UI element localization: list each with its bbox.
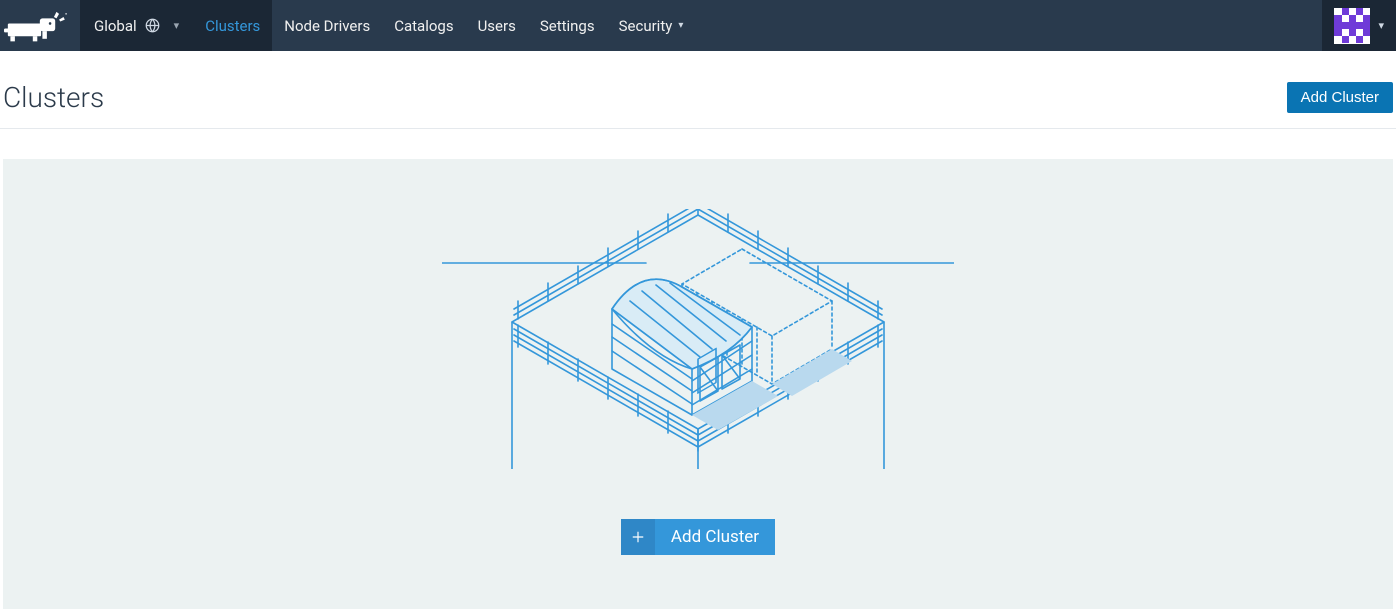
brand-logo[interactable] xyxy=(2,0,80,51)
add-cluster-label: Add Cluster xyxy=(655,519,775,555)
chevron-down-icon: ▾ xyxy=(174,19,180,32)
nav-label: Settings xyxy=(540,17,595,35)
plus-icon xyxy=(621,519,655,555)
nav-label: Node Drivers xyxy=(284,17,370,35)
add-cluster-button[interactable]: Add Cluster xyxy=(1287,82,1393,113)
nav-clusters[interactable]: Clusters xyxy=(193,0,272,51)
user-menu[interactable]: ▾ xyxy=(1322,0,1396,51)
nav-settings[interactable]: Settings xyxy=(528,0,607,51)
empty-actions: Add Cluster xyxy=(621,519,775,555)
add-cluster-button-large[interactable]: Add Cluster xyxy=(621,519,775,555)
scope-label: Global xyxy=(94,17,137,35)
top-nav: Global ▾ Clusters Node Drivers Catalogs … xyxy=(0,0,1396,51)
avatar xyxy=(1334,8,1370,44)
rancher-cow-icon xyxy=(4,8,68,44)
nav-node-drivers[interactable]: Node Drivers xyxy=(272,0,382,51)
nav-label: Users xyxy=(478,17,516,35)
nav-security[interactable]: Security ▾ xyxy=(607,0,696,51)
globe-icon xyxy=(145,18,160,33)
chevron-down-icon: ▾ xyxy=(1378,19,1384,32)
chevron-down-icon: ▾ xyxy=(678,20,683,31)
page-title: Clusters xyxy=(3,81,104,114)
nav-label: Clusters xyxy=(205,17,260,35)
page-header: Clusters Add Cluster xyxy=(0,51,1396,129)
empty-state: Add Cluster xyxy=(3,159,1393,609)
nav-users[interactable]: Users xyxy=(466,0,528,51)
nav-items: Clusters Node Drivers Catalogs Users Set… xyxy=(193,0,695,51)
nav-catalogs[interactable]: Catalogs xyxy=(382,0,465,51)
nav-label: Catalogs xyxy=(394,17,453,35)
empty-illustration xyxy=(442,209,954,469)
scope-selector[interactable]: Global ▾ xyxy=(80,0,193,51)
nav-label: Security xyxy=(619,17,673,35)
